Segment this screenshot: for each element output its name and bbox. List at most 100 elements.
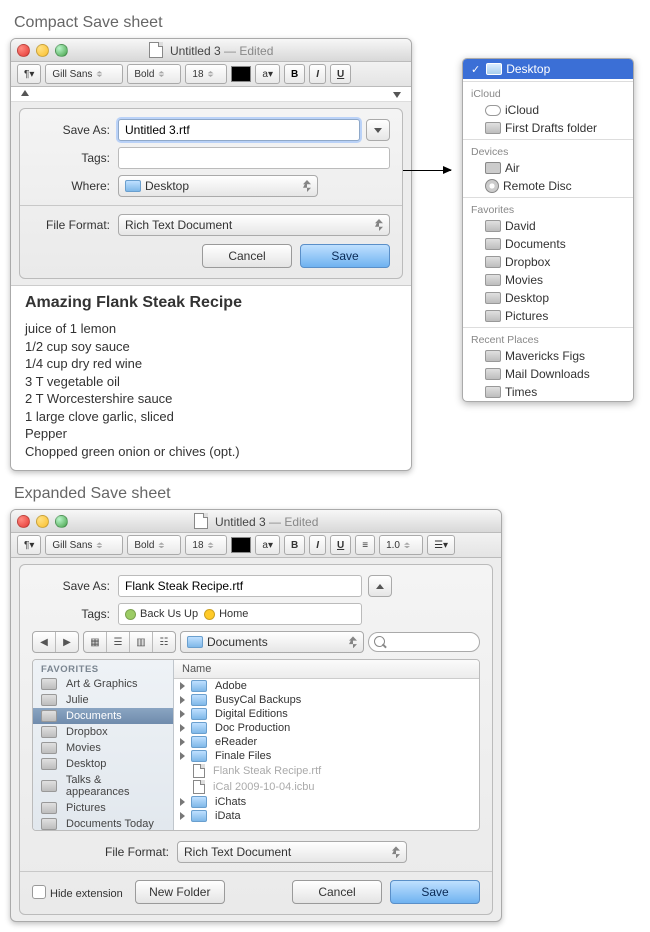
tag-label: Home [219,608,248,620]
save-button[interactable]: Save [390,880,480,904]
menu-item[interactable]: Movies [463,271,633,289]
tag-pill[interactable]: Home [204,608,248,620]
sidebar-group-favorites: FAVORITES [33,660,173,676]
color-swatch[interactable] [231,66,251,82]
menu-item[interactable]: Desktop [463,289,633,307]
doc-line: 1 large clove garlic, sliced [25,408,397,426]
list-button[interactable]: ☰▾ [427,535,455,555]
sidebar-item[interactable]: Movies [33,740,173,756]
disclosure-icon[interactable] [180,710,185,718]
disclosure-icon[interactable] [180,812,185,820]
hide-extension-checkbox[interactable]: Hide extension [32,885,123,900]
traffic-lights[interactable] [17,44,68,57]
style-button[interactable]: ¶▾ [17,535,41,555]
zoom-icon[interactable] [55,44,68,57]
view-mode-buttons[interactable]: ▦☰▥☷ [83,631,176,653]
minimize-icon[interactable] [36,515,49,528]
menu-item[interactable]: iCloud [463,101,633,119]
disclosure-icon[interactable] [180,752,185,760]
underline-button[interactable]: U [330,64,351,84]
menu-item[interactable]: Remote Disc [463,177,633,195]
file-format-popup[interactable]: Rich Text Document [118,214,390,236]
close-icon[interactable] [17,44,30,57]
font-select[interactable]: Gill Sans [45,535,123,555]
color-swatch[interactable] [231,537,251,553]
sidebar-item[interactable]: Art & Graphics [33,676,173,692]
text-color-button[interactable]: a▾ [255,64,280,84]
sidebar-item[interactable]: Julie [33,692,173,708]
text-color-button[interactable]: a▾ [255,535,280,555]
tags-input[interactable] [118,147,390,169]
underline-button[interactable]: U [330,535,351,555]
italic-button[interactable]: I [309,64,326,84]
sidebar-item[interactable]: Desktop [33,756,173,772]
file-row[interactable]: Adobe [174,679,479,693]
search-input[interactable] [368,632,480,652]
column-header-name[interactable]: Name [174,660,479,679]
traffic-lights[interactable] [17,515,68,528]
file-name: Digital Editions [215,708,288,720]
menu-item[interactable]: Times [463,383,633,401]
file-row[interactable]: eReader [174,735,479,749]
where-popup[interactable]: Desktop [118,175,318,197]
disclosure-icon[interactable] [180,798,185,806]
weight-select[interactable]: Bold [127,535,181,555]
font-select[interactable]: Gill Sans [45,64,123,84]
align-buttons[interactable]: ≡ [355,535,375,555]
disclosure-icon[interactable] [180,738,185,746]
cancel-button[interactable]: Cancel [202,244,292,268]
disclosure-icon[interactable] [180,696,185,704]
zoom-icon[interactable] [55,515,68,528]
menu-item[interactable]: Mail Downloads [463,365,633,383]
menu-item[interactable]: Dropbox [463,253,633,271]
save-button[interactable]: Save [300,244,390,268]
italic-button[interactable]: I [309,535,326,555]
file-name: Flank Steak Recipe.rtf [213,765,321,777]
file-format-popup[interactable]: Rich Text Document [177,841,407,863]
save-as-input[interactable] [118,575,362,597]
bold-button[interactable]: B [284,535,305,555]
file-row[interactable]: BusyCal Backups [174,693,479,707]
menu-item[interactable]: Mavericks Figs [463,347,633,365]
close-icon[interactable] [17,515,30,528]
file-row[interactable]: iData [174,809,479,823]
file-row[interactable]: Doc Production [174,721,479,735]
nav-back-forward[interactable]: ◀▶ [32,631,79,653]
file-row[interactable]: Finale Files [174,749,479,763]
divider [20,871,492,872]
sidebar-item[interactable]: Talks & appearances [33,772,173,800]
tags-input[interactable]: Back Us Up Home [118,603,362,625]
save-as-input[interactable] [118,119,360,141]
disclosure-icon[interactable] [180,682,185,690]
sidebar-item[interactable]: Dropbox [33,724,173,740]
menu-item[interactable]: Documents [463,235,633,253]
expand-button[interactable] [366,119,390,141]
file-row[interactable]: iChats [174,795,479,809]
menu-item[interactable]: Pictures [463,307,633,325]
location-popup[interactable]: Documents [180,631,364,653]
disclosure-icon[interactable] [180,724,185,732]
document-content[interactable]: Amazing Flank Steak Recipe juice of 1 le… [11,285,411,470]
size-select[interactable]: 18 [185,64,227,84]
collapse-button[interactable] [368,575,392,597]
size-select[interactable]: 18 [185,535,227,555]
weight-select[interactable]: Bold [127,64,181,84]
sidebar-item[interactable]: Pictures [33,800,173,816]
titlebar: Untitled 3 — Edited [11,39,411,62]
menu-item[interactable]: First Drafts folder [463,119,633,137]
menu-item[interactable]: Air [463,159,633,177]
file-row[interactable]: Digital Editions [174,707,479,721]
disc-icon [485,179,499,193]
sidebar-item[interactable]: Documents [33,708,173,724]
style-button[interactable]: ¶▾ [17,64,41,84]
menu-item[interactable]: David [463,217,633,235]
menu-selected[interactable]: Desktop [463,59,633,79]
tag-pill[interactable]: Back Us Up [125,608,198,620]
new-folder-button[interactable]: New Folder [135,880,225,904]
sidebar-item[interactable]: Documents Today [33,816,173,830]
bold-button[interactable]: B [284,64,305,84]
ruler[interactable] [11,87,411,102]
cancel-button[interactable]: Cancel [292,880,382,904]
spacing-select[interactable]: 1.0 [379,535,423,555]
minimize-icon[interactable] [36,44,49,57]
